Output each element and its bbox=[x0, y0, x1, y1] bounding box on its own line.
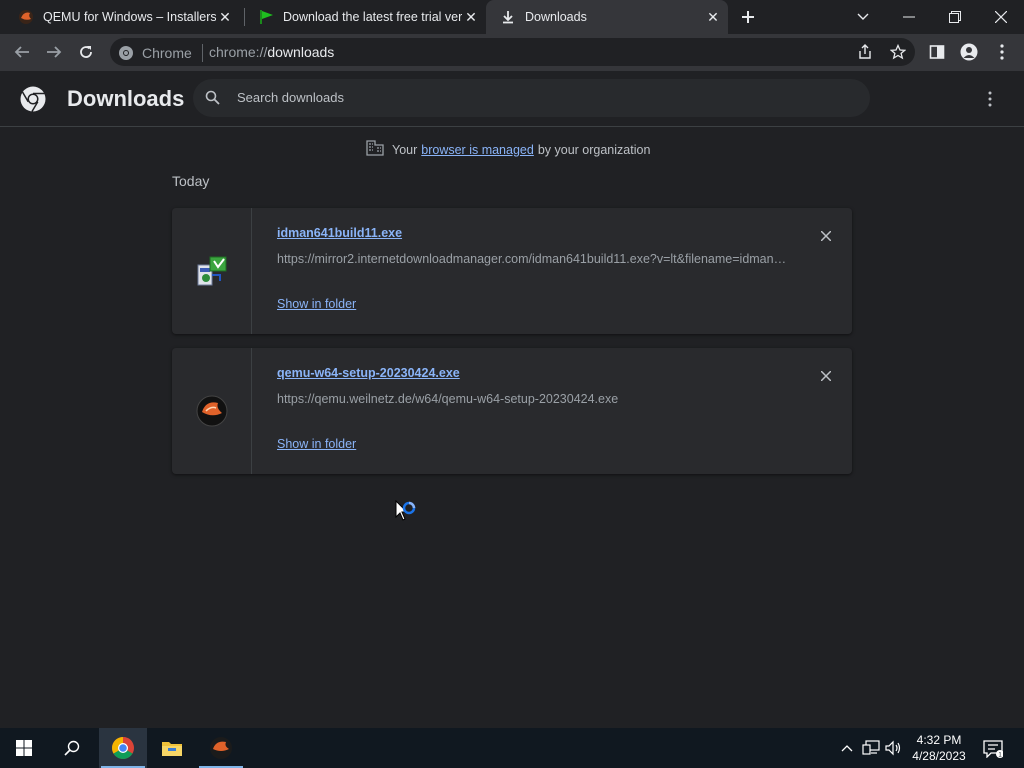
reload-icon bbox=[80, 46, 92, 58]
file-url[interactable]: https://mirror2.internetdownloadmanager.… bbox=[277, 252, 787, 266]
chevron-down-icon bbox=[857, 13, 869, 20]
search-placeholder: Search downloads bbox=[237, 90, 344, 105]
restore-icon bbox=[949, 11, 961, 23]
taskbar-file-explorer[interactable] bbox=[148, 728, 196, 768]
download-item: idman641build11.exe https://mirror2.inte… bbox=[172, 208, 852, 334]
folder-icon bbox=[162, 742, 182, 756]
start-button[interactable] bbox=[0, 728, 48, 768]
file-icon-column bbox=[172, 348, 252, 474]
file-icon-column bbox=[172, 208, 252, 334]
arrow-right-icon bbox=[47, 46, 62, 58]
plus-icon bbox=[742, 11, 754, 23]
show-in-folder-link[interactable]: Show in folder bbox=[277, 437, 356, 451]
forward-button[interactable] bbox=[40, 38, 68, 66]
site-label: Chrome bbox=[142, 45, 192, 61]
download-icon bbox=[500, 9, 516, 25]
file-url[interactable]: https://qemu.weilnetz.de/w64/qemu-w64-se… bbox=[277, 392, 787, 406]
new-tab-button[interactable] bbox=[736, 5, 760, 29]
url-host: downloads bbox=[267, 44, 335, 60]
download-item: qemu-w64-setup-20230424.exe https://qemu… bbox=[172, 348, 852, 474]
chrome-icon bbox=[119, 46, 133, 60]
show-hidden-icons-icon[interactable] bbox=[838, 739, 856, 757]
tab-search-button[interactable] bbox=[840, 0, 886, 34]
remove-from-list-button[interactable] bbox=[816, 226, 836, 246]
clock-time: 4:32 PM bbox=[916, 733, 962, 747]
taskbar-chrome[interactable] bbox=[99, 728, 147, 768]
url-scheme: chrome:// bbox=[209, 44, 268, 60]
network-icon[interactable] bbox=[862, 739, 880, 757]
page-title: Downloads bbox=[67, 86, 185, 111]
windows-taskbar: 4:32 PM 4/28/2023 1 bbox=[0, 728, 1024, 768]
remove-from-list-button[interactable] bbox=[816, 366, 836, 386]
building-icon bbox=[366, 140, 384, 159]
profile-icon[interactable] bbox=[959, 42, 979, 62]
tab-strip: QEMU for Windows – Installers (64 bit) ✕… bbox=[0, 0, 1024, 34]
close-icon bbox=[821, 371, 831, 381]
search-icon bbox=[205, 90, 220, 110]
date-heading: Today bbox=[172, 173, 210, 189]
address-bar[interactable]: Chrome chrome://downloads bbox=[110, 38, 915, 66]
qemu-icon bbox=[196, 395, 227, 427]
managed-prefix: Your bbox=[392, 142, 418, 157]
tab-qemu[interactable]: QEMU for Windows – Installers (64 bit) ✕ bbox=[0, 0, 240, 34]
managed-suffix: by your organization bbox=[537, 142, 651, 157]
chrome-logo-icon bbox=[20, 86, 46, 112]
windows-logo-icon bbox=[16, 740, 32, 756]
back-button[interactable] bbox=[8, 38, 36, 66]
taskbar-search-button[interactable] bbox=[48, 728, 96, 768]
more-actions-icon[interactable] bbox=[980, 89, 1000, 109]
show-in-folder-link[interactable]: Show in folder bbox=[277, 297, 356, 311]
qemu-icon bbox=[18, 9, 34, 25]
reload-button[interactable] bbox=[72, 38, 100, 66]
tab-title: Downloads bbox=[525, 10, 587, 24]
volume-icon[interactable] bbox=[885, 739, 903, 757]
side-panel-icon[interactable] bbox=[927, 42, 947, 62]
taskbar-qemu[interactable] bbox=[197, 728, 245, 768]
file-name-link[interactable]: qemu-w64-setup-20230424.exe bbox=[277, 366, 460, 380]
tab-idm-download[interactable]: Download the latest free trial version ✕ bbox=[240, 0, 486, 34]
close-window-button[interactable] bbox=[978, 0, 1024, 34]
close-icon[interactable]: ✕ bbox=[704, 8, 722, 26]
search-icon bbox=[64, 740, 80, 756]
site-info[interactable]: Chrome bbox=[118, 44, 203, 62]
action-center-icon[interactable]: 1 bbox=[982, 738, 1004, 760]
installer-icon bbox=[197, 256, 226, 286]
close-icon bbox=[821, 231, 831, 241]
taskbar-clock[interactable]: 4:32 PM 4/28/2023 bbox=[908, 732, 970, 764]
menu-kebab-icon[interactable] bbox=[992, 42, 1012, 62]
minimize-icon bbox=[903, 16, 915, 18]
url-text[interactable]: chrome://downloads bbox=[209, 44, 334, 60]
close-icon[interactable]: ✕ bbox=[462, 8, 480, 26]
clock-date: 4/28/2023 bbox=[912, 749, 966, 763]
close-icon[interactable]: ✕ bbox=[216, 8, 234, 26]
downloads-toolbar: Downloads Search downloads bbox=[0, 71, 1024, 127]
browser-managed-link[interactable]: browser is managed bbox=[421, 143, 534, 157]
qemu-icon bbox=[210, 737, 232, 759]
minimize-button[interactable] bbox=[886, 0, 932, 34]
close-icon bbox=[995, 11, 1007, 23]
chrome-icon bbox=[112, 737, 134, 759]
browser-toolbar: Chrome chrome://downloads bbox=[0, 34, 1024, 71]
file-name-link[interactable]: idman641build11.exe bbox=[277, 226, 402, 240]
tab-title: QEMU for Windows – Installers (64 bit) bbox=[43, 10, 216, 24]
green-flag-icon bbox=[258, 9, 274, 25]
bookmark-star-icon[interactable] bbox=[889, 43, 907, 61]
tab-title: Download the latest free trial version bbox=[283, 10, 462, 24]
busy-cursor-icon bbox=[395, 499, 419, 533]
arrow-left-icon bbox=[14, 46, 29, 58]
tab-downloads[interactable]: Downloads ✕ bbox=[486, 0, 728, 34]
search-input[interactable]: Search downloads bbox=[193, 79, 870, 117]
restore-button[interactable] bbox=[932, 0, 978, 34]
managed-notice: Your browser is managed by your organiza… bbox=[366, 140, 650, 159]
share-icon[interactable] bbox=[856, 43, 874, 61]
divider bbox=[201, 44, 203, 62]
